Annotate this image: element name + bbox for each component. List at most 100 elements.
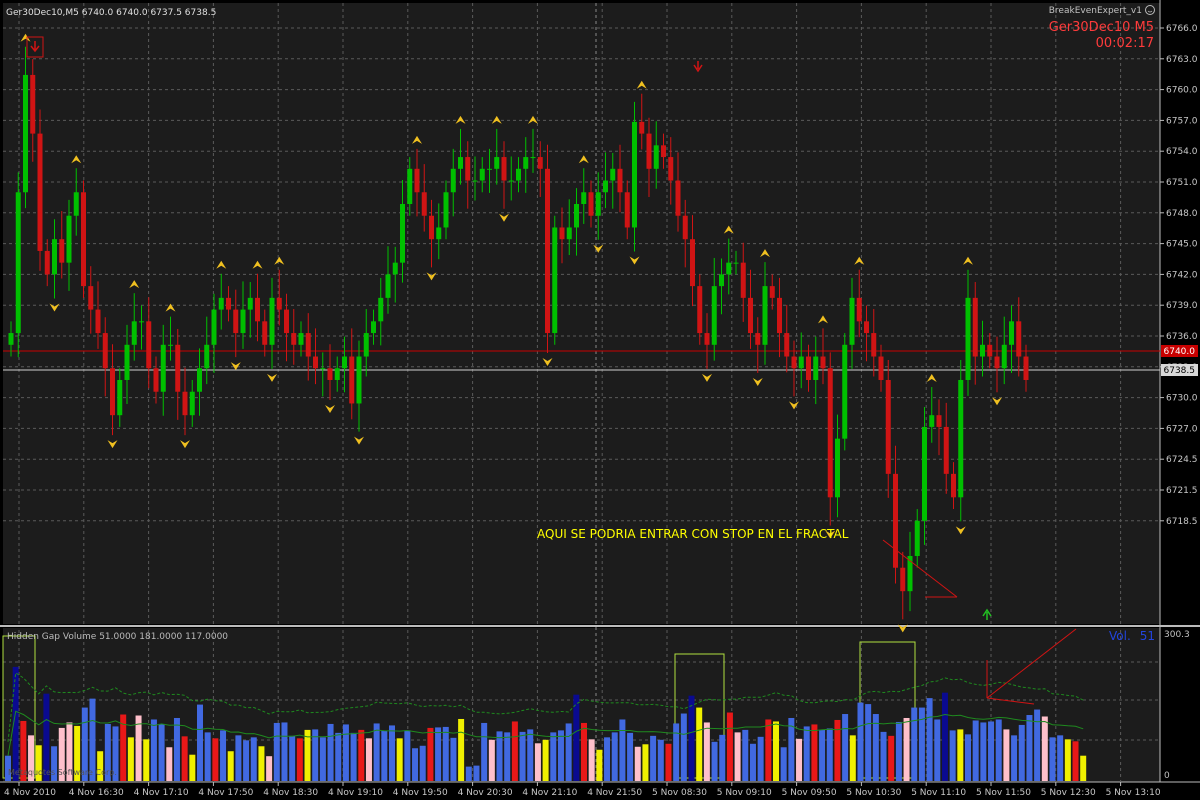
price-tick-label: 6757.0 [1166, 116, 1198, 126]
volume-bar [227, 751, 234, 781]
volume-bar [488, 739, 495, 781]
volume-bar [742, 729, 749, 781]
volume-bar [1057, 735, 1064, 781]
time-tick-label: 5 Nov 09:10 [717, 788, 772, 798]
volume-bar [803, 726, 810, 781]
price-tick-label: 6718.5 [1166, 517, 1198, 527]
volume-bar [173, 717, 180, 781]
volume-bar [1041, 716, 1048, 781]
volume-bar [826, 728, 833, 781]
volume-bar [1034, 709, 1041, 781]
price-tick-label: 6751.0 [1166, 178, 1198, 188]
volume-bar [212, 738, 219, 781]
time-tick-label: 4 Nov 17:50 [198, 788, 253, 798]
volume-bar [373, 723, 380, 781]
volume-bar [534, 743, 541, 781]
vol-label: Vol. [1109, 629, 1131, 643]
trading-chart-window[interactable]: AQUI SE PODRIA ENTRAR CON STOP EN EL FRA… [0, 0, 1200, 800]
volume-scale-max: 300.3 [1164, 630, 1190, 640]
volume-bar [181, 736, 188, 781]
volume-bar [972, 720, 979, 781]
volume-bar [150, 719, 157, 781]
candle [552, 215, 558, 345]
time-tick-label: 4 Nov 16:30 [69, 788, 124, 798]
volume-bar [335, 732, 342, 781]
time-tick-label: 4 Nov 19:10 [328, 788, 383, 798]
volume-bar [442, 726, 449, 781]
time-tick-label: 5 Nov 11:10 [911, 788, 966, 798]
price-tick-label: 6739.0 [1166, 301, 1198, 311]
volume-bar [865, 704, 872, 781]
price-tick-label: 6742.0 [1166, 270, 1198, 280]
volume-indicator-title: Hidden Gap Volume 51.0000 181.0000 117.0… [7, 632, 228, 642]
watermark: Metaquotes Software Corp. [8, 768, 117, 777]
volume-bar [235, 735, 242, 781]
time-tick-label: 5 Nov 08:30 [652, 788, 707, 798]
volume-bar [250, 737, 257, 781]
volume-bar [757, 736, 764, 781]
volume-bar [258, 746, 265, 781]
volume-bar [289, 735, 296, 781]
volume-bar [427, 727, 434, 781]
expert-name-label: BreakEvenExpert_v1 [1049, 6, 1142, 16]
volume-bar [719, 734, 726, 781]
volume-bar [1080, 755, 1087, 781]
volume-bar [281, 722, 288, 781]
volume-bar [581, 722, 587, 781]
price-tick-label: 6727.0 [1166, 424, 1198, 434]
volume-bar [481, 722, 488, 781]
volume-bar [296, 738, 303, 781]
time-tick-label: 5 Nov 11:50 [976, 788, 1031, 798]
volume-bar [127, 737, 134, 781]
volume-bar [243, 740, 250, 781]
time-tick-label: 4 Nov 2010 [4, 788, 56, 798]
candle [37, 109, 43, 271]
volume-bar [911, 707, 918, 781]
volume-bar [995, 719, 1002, 781]
volume-bar [941, 692, 948, 781]
volume-bar [143, 739, 150, 781]
volume-bar [680, 713, 687, 781]
volume-bar [358, 729, 365, 781]
volume-bar [542, 739, 549, 781]
volume-bar [1003, 729, 1010, 781]
volume-bar [557, 730, 564, 781]
volume-bar [158, 724, 165, 781]
volume-bar [796, 738, 803, 781]
volume-bar [350, 732, 357, 781]
volume-bar [811, 724, 818, 781]
bar-timer: 00:02:17 [1096, 36, 1154, 51]
volume-bar [412, 748, 419, 781]
volume-bar [988, 721, 995, 781]
volume-bar [396, 738, 403, 781]
price-tick-label: 6754.0 [1166, 147, 1198, 157]
volume-bar [604, 737, 611, 781]
volume-bar [1049, 737, 1056, 781]
volume-bar [749, 743, 756, 781]
volume-bar [189, 754, 196, 781]
candle [15, 172, 21, 358]
price-tick-label: 6766.0 [1166, 24, 1198, 34]
volume-bar [842, 714, 849, 781]
volume-bar [342, 724, 349, 781]
volume-bar [872, 714, 879, 781]
volume-bar [619, 719, 626, 781]
svg-text:6738.5: 6738.5 [1164, 366, 1196, 376]
volume-bar [596, 749, 603, 781]
candle [958, 360, 964, 522]
price-tick-label: 6736.0 [1166, 332, 1198, 342]
time-tick-label: 5 Nov 13:10 [1106, 788, 1161, 798]
annotation-text: AQUI SE PODRIA ENTRAR CON STOP EN EL FRA… [537, 527, 849, 541]
volume-bar [965, 734, 971, 781]
volume-bar [1064, 739, 1071, 781]
volume-bar [573, 694, 580, 781]
volume-bar [327, 723, 334, 781]
volume-bar [381, 730, 388, 781]
volume-bar [734, 732, 741, 781]
volume-bar [304, 729, 311, 781]
candle [842, 333, 848, 451]
volume-bar [1011, 735, 1018, 781]
volume-bar [496, 731, 503, 781]
volume-bar [1026, 715, 1033, 781]
candle [81, 180, 86, 298]
